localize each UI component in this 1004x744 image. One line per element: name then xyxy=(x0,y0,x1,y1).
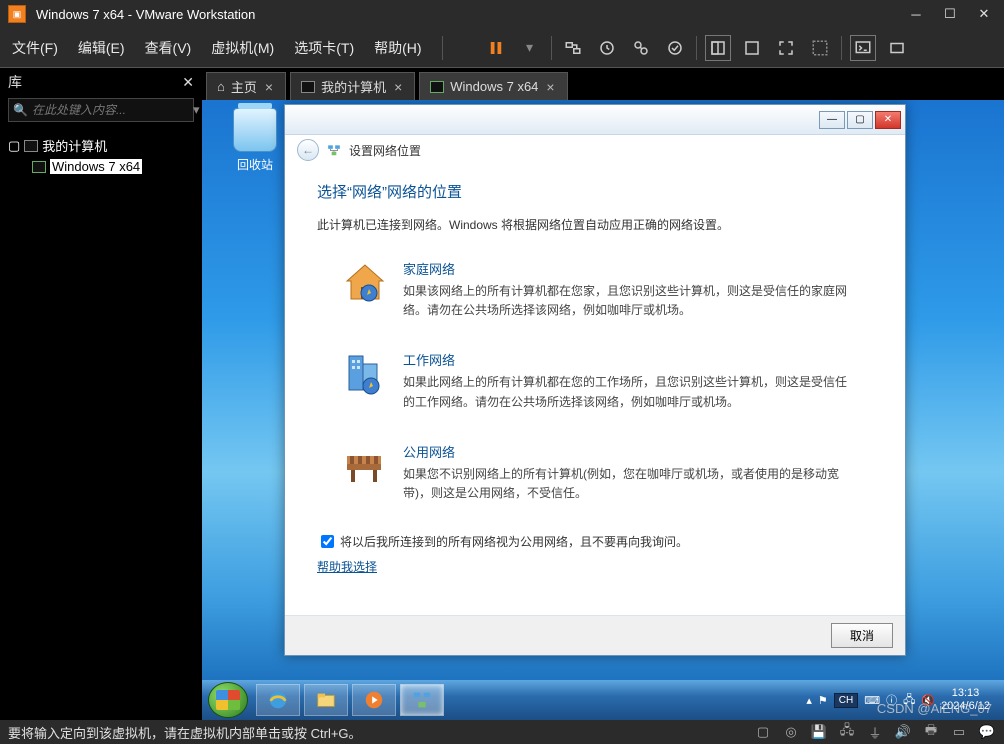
tab-close-icon[interactable]: × xyxy=(263,79,275,95)
public-network-icon xyxy=(341,442,389,490)
device-printer-icon[interactable]: 🖶 xyxy=(922,724,940,740)
maximize-button[interactable]: ☐ xyxy=(938,5,962,23)
collapse-icon: ▢ xyxy=(8,138,20,154)
language-indicator[interactable]: CH xyxy=(834,693,858,708)
library-search-input[interactable] xyxy=(28,101,193,119)
wizard-titlebar[interactable]: — ▢ ✕ xyxy=(285,105,905,135)
unity-icon[interactable] xyxy=(705,35,731,61)
home-icon: ⌂ xyxy=(217,79,225,94)
stretch-icon[interactable] xyxy=(884,35,910,61)
wizard-subtitle: 设置网络位置 xyxy=(349,142,421,159)
tab-close-icon[interactable]: × xyxy=(392,79,404,95)
taskbar-media-player-icon[interactable] xyxy=(352,684,396,716)
recycle-bin-icon xyxy=(233,108,277,152)
treat-as-public-checkbox[interactable] xyxy=(321,535,334,548)
tab-close-icon[interactable]: × xyxy=(544,79,556,95)
power-dropdown-icon[interactable]: ▾ xyxy=(517,35,543,61)
option-home-desc: 如果该网络上的所有计算机都在您家，且您识别这些计算机，则这是受信任的家庭网络。请… xyxy=(403,282,849,320)
watermark: CSDN @AiENG_07 xyxy=(877,701,992,716)
help-me-choose-link[interactable]: 帮助我选择 xyxy=(317,560,377,574)
vm-icon xyxy=(32,161,46,173)
cancel-button[interactable]: 取消 xyxy=(831,623,893,648)
home-network-icon xyxy=(341,259,389,307)
wizard-intro: 此计算机已连接到网络。Windows 将根据网络位置自动应用正确的网络设置。 xyxy=(317,216,873,233)
vm-icon xyxy=(430,81,444,93)
seamless-icon[interactable] xyxy=(807,35,833,61)
device-cd-icon[interactable]: ◎ xyxy=(782,724,800,740)
taskbar-network-wizard-icon[interactable] xyxy=(400,684,444,716)
close-button[interactable]: ✕ xyxy=(972,5,996,23)
wizard-heading: 选择“网络”网络的位置 xyxy=(317,181,873,202)
wizard-minimize-button[interactable]: — xyxy=(819,111,845,129)
option-public-title: 公用网络 xyxy=(403,442,849,461)
wizard-close-button[interactable]: ✕ xyxy=(875,111,901,129)
back-icon[interactable]: ← xyxy=(297,139,319,161)
host-status-bar: 要将输入定向到该虚拟机，请在虚拟机内部单击或按 Ctrl+G。 ▢ ◎ 💾 🖧 … xyxy=(0,720,1004,744)
vmware-title: Windows 7 x64 - VMware Workstation xyxy=(36,7,255,22)
option-work-title: 工作网络 xyxy=(403,350,849,369)
tray-flag-icon[interactable]: ⚑ xyxy=(818,694,828,707)
revert-snapshot-icon[interactable] xyxy=(662,35,688,61)
device-sound-icon[interactable]: 🔊 xyxy=(894,724,912,740)
device-network-icon[interactable]: 🖧 xyxy=(838,724,856,740)
option-home-network[interactable]: 家庭网络 如果该网络上的所有计算机都在您家，且您识别这些计算机，则这是受信任的家… xyxy=(341,259,849,320)
tab-home[interactable]: ⌂ 主页 × xyxy=(206,72,286,100)
wizard-maximize-button[interactable]: ▢ xyxy=(847,111,873,129)
taskbar-ie-icon[interactable] xyxy=(256,684,300,716)
device-usb-icon[interactable]: ⏚ xyxy=(866,724,884,740)
option-work-desc: 如果此网络上的所有计算机都在您的工作场所，且您识别这些计算机，则这是受信任的工作… xyxy=(403,373,849,411)
search-dropdown-icon[interactable]: ▾ xyxy=(193,102,200,118)
device-hdd-icon[interactable]: ▢ xyxy=(754,724,772,740)
recycle-bin[interactable]: 回收站 xyxy=(220,108,290,173)
menu-tabs[interactable]: 选项卡(T) xyxy=(294,38,354,58)
device-floppy-icon[interactable]: 💾 xyxy=(810,724,828,740)
menu-edit[interactable]: 编辑(E) xyxy=(78,38,125,58)
option-work-network[interactable]: 工作网络 如果此网络上的所有计算机都在您的工作场所，且您识别这些计算机，则这是受… xyxy=(341,350,849,411)
start-button[interactable] xyxy=(208,682,248,718)
wizard-subheader: ← 设置网络位置 xyxy=(285,135,905,165)
tab-strip: ⌂ 主页 × 我的计算机 × Windows 7 x64 × xyxy=(202,68,1004,100)
fullscreen-icon[interactable] xyxy=(773,35,799,61)
library-title: 库 xyxy=(8,72,22,92)
search-icon: 🔍 xyxy=(13,103,28,117)
tab-windows7[interactable]: Windows 7 x64 × xyxy=(419,72,567,100)
status-message: 要将输入定向到该虚拟机，请在虚拟机内部单击或按 Ctrl+G。 xyxy=(8,723,362,742)
menu-file[interactable]: 文件(F) xyxy=(12,38,58,58)
menu-vm[interactable]: 虚拟机(M) xyxy=(211,38,274,58)
library-search[interactable]: 🔍 ▾ xyxy=(8,98,194,122)
minimize-button[interactable]: ─ xyxy=(904,5,928,23)
taskbar-explorer-icon[interactable] xyxy=(304,684,348,716)
tab-my-computer[interactable]: 我的计算机 × xyxy=(290,72,415,100)
monitor-icon xyxy=(24,140,38,152)
treat-as-public-checkbox-row[interactable]: 将以后我所连接到的所有网络视为公用网络，且不要再向我询问。 xyxy=(321,533,873,550)
option-public-desc: 如果您不识别网络上的所有计算机(例如，您在咖啡厅或机场，或者使用的是移动宽带)，… xyxy=(403,465,849,503)
console-view-icon[interactable] xyxy=(739,35,765,61)
network-location-wizard: — ▢ ✕ ← 设置网络位置 选择“网络”网络的位置 此计算机已连接到网络。Wi… xyxy=(284,104,906,656)
menu-view[interactable]: 查看(V) xyxy=(145,38,192,58)
snapshot-icon[interactable] xyxy=(594,35,620,61)
option-home-title: 家庭网络 xyxy=(403,259,849,278)
vmware-titlebar: ▣ Windows 7 x64 - VMware Workstation ─ ☐… xyxy=(0,0,1004,28)
menu-help[interactable]: 帮助(H) xyxy=(374,38,421,58)
vmware-menubar: 文件(F) 编辑(E) 查看(V) 虚拟机(M) 选项卡(T) 帮助(H) ▾ xyxy=(0,28,1004,68)
vmware-logo-icon: ▣ xyxy=(8,5,26,23)
monitor-icon xyxy=(301,81,315,93)
tree-my-computer[interactable]: ▢ 我的计算机 xyxy=(4,134,198,157)
tray-expand-icon[interactable]: ▴ xyxy=(806,694,812,707)
library-sidebar: 库 ✕ 🔍 ▾ ▢ 我的计算机 Windows 7 x64 xyxy=(0,68,202,720)
library-close-icon[interactable]: ✕ xyxy=(182,74,194,91)
send-ctrl-alt-del-icon[interactable] xyxy=(560,35,586,61)
pause-icon[interactable] xyxy=(483,35,509,61)
snapshot-manager-icon[interactable] xyxy=(628,35,654,61)
work-network-icon xyxy=(341,350,389,398)
console-icon[interactable] xyxy=(850,35,876,61)
guest-desktop[interactable]: 回收站 — ▢ ✕ ← 设置网络位置 选择“网络”网络的位置 此计算机已连接到网… xyxy=(202,100,1004,720)
device-message-icon[interactable]: 💬 xyxy=(978,724,996,740)
network-icon xyxy=(327,143,341,157)
option-public-network[interactable]: 公用网络 如果您不识别网络上的所有计算机(例如，您在咖啡厅或机场，或者使用的是移… xyxy=(341,442,849,503)
device-display-icon[interactable]: ▭ xyxy=(950,724,968,740)
tree-vm-win7[interactable]: Windows 7 x64 xyxy=(4,157,198,176)
